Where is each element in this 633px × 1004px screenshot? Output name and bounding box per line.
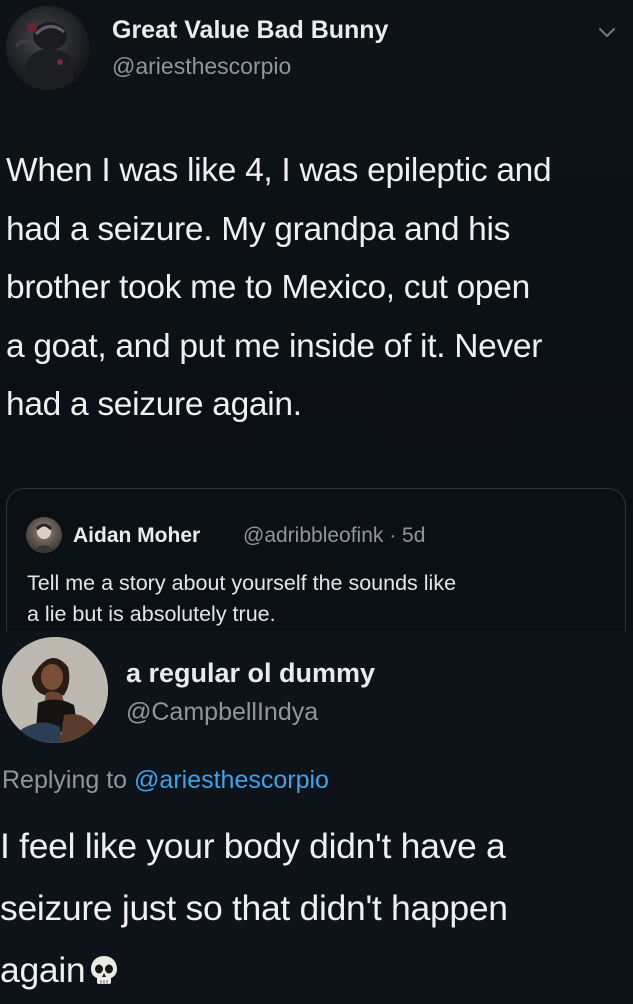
tweet-text-line: brother took me to Mexico, cut open <box>6 269 530 306</box>
tweet-text-line: had a seizure again. <box>6 386 302 423</box>
quoted-author-name: Aidan Moher <box>73 524 201 547</box>
author-name[interactable]: Great Value Bad Bunny <box>112 16 388 45</box>
quoted-text-line: Tell me a story about yourself the sound… <box>27 571 457 595</box>
tweet-text-line: When I was like 4, I was epileptic and <box>6 152 552 189</box>
tweet-text: When I was like 4, I was epileptic and h… <box>6 142 628 435</box>
quoted-tweet-text: Tell me a story about yourself the sound… <box>27 568 617 630</box>
replying-to-label: Replying to <box>2 766 128 794</box>
replying-to-handle-link[interactable]: @ariesthescorpio <box>134 766 329 794</box>
reply-text-line: I feel like your body didn't have a <box>0 826 506 866</box>
quoted-author-avatar <box>26 517 62 553</box>
reply-text-line-last: again <box>0 939 633 1001</box>
tweet-text-line: had a seizure. My grandpa and his <box>6 210 511 248</box>
reply-author-avatar[interactable] <box>2 637 108 743</box>
skull-emoji-icon <box>89 954 119 986</box>
reply-text: I feel like your body didn't have a seiz… <box>0 815 633 1001</box>
reply-author-handle[interactable]: @CampbellIndya <box>126 698 318 727</box>
quoted-tweet[interactable]: Aidan Moher @adribbleofink · 5d Tell me … <box>6 488 626 649</box>
chevron-down-icon[interactable] <box>597 26 617 40</box>
quoted-author-handle-time: @adribbleofink · 5d <box>243 524 426 547</box>
author-avatar[interactable] <box>6 6 90 90</box>
quoted-text-line: a lie but is absolutely true. <box>27 602 276 626</box>
tweet-text-line: a goat, and put me inside of it. Never <box>6 327 543 365</box>
reply-text-line: again <box>0 950 86 990</box>
reply-text-line: seizure just so that didn't happen <box>0 888 508 928</box>
reply-author-name[interactable]: a regular ol dummy <box>126 658 375 689</box>
author-handle[interactable]: @ariesthescorpio <box>112 53 291 80</box>
replying-to-line: Replying to @ariesthescorpio <box>2 766 329 795</box>
reply-tweet: a regular ol dummy @CampbellIndya Replyi… <box>0 631 633 1004</box>
main-tweet: Great Value Bad Bunny @ariesthescorpio W… <box>0 0 633 649</box>
screenshot: Great Value Bad Bunny @ariesthescorpio W… <box>0 0 633 1004</box>
